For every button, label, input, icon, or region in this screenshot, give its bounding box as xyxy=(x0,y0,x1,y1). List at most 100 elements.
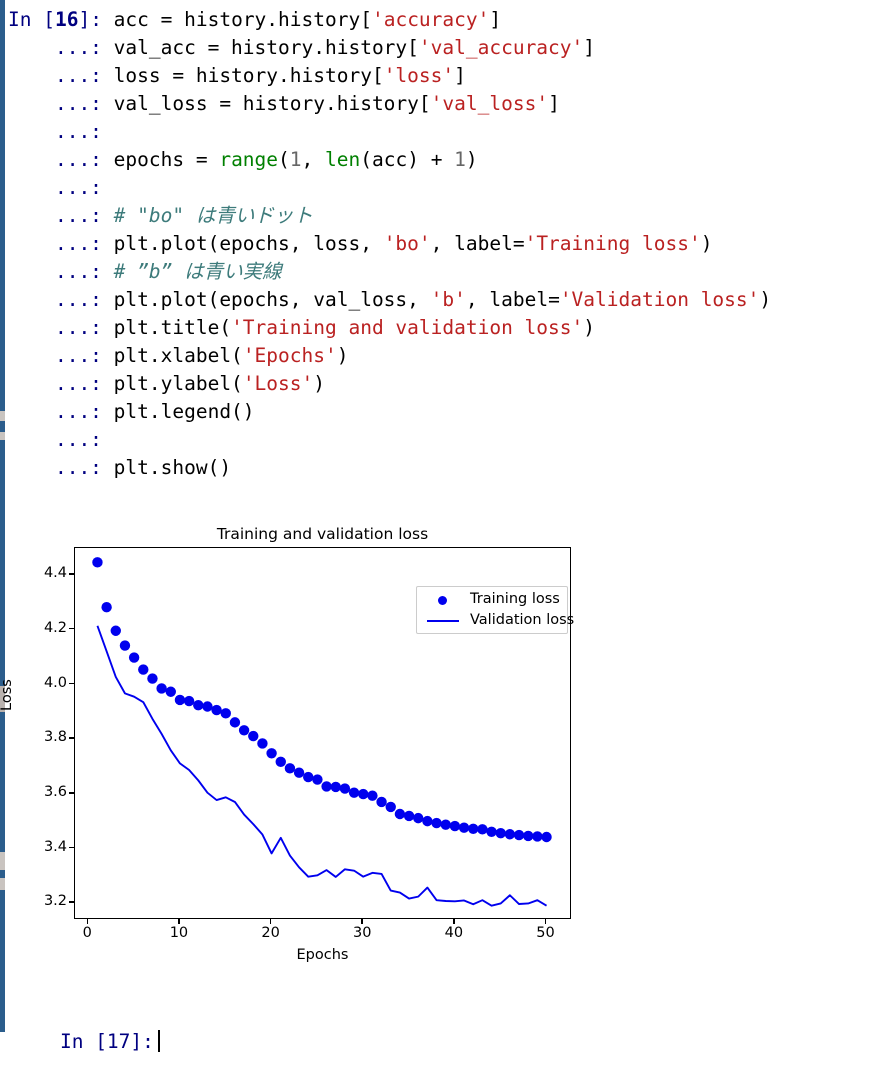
code-line: ...: plt.plot(epochs, loss, 'bo', label=… xyxy=(8,230,771,258)
data-point xyxy=(394,808,406,820)
code-token-builtin: range xyxy=(219,148,279,171)
code-token-builtin: len xyxy=(325,148,361,171)
code-line: ...: epochs = range(1, len(acc) + 1) xyxy=(8,146,771,174)
code-token-plain: ] xyxy=(489,8,502,31)
code-line: ...: loss = history.history['loss'] xyxy=(8,62,771,90)
next-input-prompt: In [17]: xyxy=(59,1030,154,1053)
code-token-plain: ] xyxy=(454,64,466,87)
data-point xyxy=(275,756,286,767)
continuation-prompt: ...: xyxy=(8,288,102,311)
x-tick-label: 50 xyxy=(536,925,555,941)
legend-entry-validation-loss: Validation loss xyxy=(417,610,574,632)
legend-marker-dot-icon xyxy=(438,596,447,605)
chart-ylabel: Loss xyxy=(0,679,15,711)
y-tick-label: 3.6 xyxy=(43,784,67,801)
data-point xyxy=(358,788,369,800)
code-line: ...: # "bo" は青いドット xyxy=(8,202,771,230)
code-cell-input[interactable]: In [16]: acc = history.history['accuracy… xyxy=(8,6,771,482)
code-line: ...: val_acc = history.history['val_accu… xyxy=(8,34,771,62)
continuation-prompt: ...: xyxy=(8,372,102,395)
data-point xyxy=(293,767,305,778)
data-point xyxy=(229,717,241,728)
code-line: ...: val_loss = history.history['val_los… xyxy=(8,90,771,118)
data-point xyxy=(110,625,121,636)
code-line: ...: xyxy=(8,174,771,202)
legend-entry-training-loss: Training loss xyxy=(417,589,567,611)
data-point xyxy=(312,774,323,785)
data-point xyxy=(156,683,167,694)
code-line: ...: plt.title('Training and validation … xyxy=(8,314,771,342)
data-point xyxy=(248,730,259,742)
x-tick-mark xyxy=(361,919,363,924)
y-tick-label: 4.4 xyxy=(43,565,67,582)
continuation-prompt: ...: xyxy=(8,148,102,171)
data-point xyxy=(468,823,479,834)
code-token-plain: plt.xlabel( xyxy=(101,344,243,367)
data-point xyxy=(321,781,332,792)
data-point xyxy=(183,695,195,707)
y-tick-label: 3.8 xyxy=(43,729,67,746)
x-tick-mark xyxy=(269,919,272,924)
code-token-plain: ] xyxy=(548,92,560,115)
y-tick-label: 4.2 xyxy=(43,619,67,636)
data-point xyxy=(101,602,112,613)
code-token-plain: ) xyxy=(465,148,478,171)
data-point xyxy=(367,790,378,801)
data-point xyxy=(449,820,461,832)
data-point xyxy=(523,830,534,842)
code-token-str: 'accuracy' xyxy=(371,8,490,31)
continuation-prompt: ...: xyxy=(8,456,102,479)
data-point xyxy=(165,686,176,697)
x-tick-mark xyxy=(178,919,180,924)
code-token-plain: plt.ylabel( xyxy=(101,372,243,395)
data-point xyxy=(495,827,506,839)
chart-xlabel: Epochs xyxy=(296,947,349,963)
data-point xyxy=(220,708,231,719)
y-tick-label: 3.2 xyxy=(43,893,67,910)
data-point xyxy=(138,664,149,675)
data-point xyxy=(422,815,433,827)
code-token-plain: ) xyxy=(313,372,326,395)
code-token-plain: , label= xyxy=(430,232,525,255)
code-token-plain: plt.show() xyxy=(101,456,232,479)
continuation-prompt: ...: xyxy=(8,260,102,283)
continuation-prompt: ...: xyxy=(8,344,102,367)
code-token-plain: plt.legend() xyxy=(101,400,255,423)
continuation-prompt: ...: xyxy=(8,36,102,59)
x-tick-mark xyxy=(86,919,89,924)
data-point xyxy=(257,738,268,749)
code-token-str: 'val_loss' xyxy=(430,92,549,115)
code-token-plain: ( xyxy=(278,148,290,171)
x-tick-label: 40 xyxy=(444,925,464,941)
data-point xyxy=(385,801,396,813)
data-point xyxy=(532,831,543,842)
data-point xyxy=(147,673,158,684)
code-line: ...: # ”b” は青い実線 xyxy=(8,258,771,286)
y-tick-label: 4.0 xyxy=(43,674,67,691)
next-input-prompt-line[interactable]: In [17]: xyxy=(13,1000,160,1084)
data-point xyxy=(458,822,470,833)
code-line: ...: plt.show() xyxy=(8,454,771,482)
code-token-plain: val_acc = history.history[ xyxy=(101,36,419,59)
code-line: ...: xyxy=(8,426,771,454)
code-token-plain: plt.plot(epochs, loss, xyxy=(101,232,384,255)
data-point xyxy=(348,787,360,798)
code-token-str: 'b' xyxy=(430,288,466,311)
code-token-plain: ) xyxy=(583,316,596,339)
data-point xyxy=(431,817,442,829)
code-line: ...: plt.legend() xyxy=(8,398,771,426)
continuation-prompt: ...: xyxy=(8,232,102,255)
ipython-console[interactable]: In [16]: acc = history.history['accuracy… xyxy=(0,0,872,1053)
data-point xyxy=(202,701,213,712)
legend-marker-line-icon xyxy=(427,620,459,623)
x-tick-label: 0 xyxy=(82,925,92,941)
code-token-str: 'Training and validation loss' xyxy=(231,316,584,339)
code-token-num: 1 xyxy=(454,148,466,171)
code-token-plain: ) xyxy=(700,232,713,255)
code-line: ...: plt.plot(epochs, val_loss, 'b', lab… xyxy=(8,286,771,314)
code-token-str: 'Loss' xyxy=(242,372,314,395)
code-token-str: 'Validation loss' xyxy=(559,288,760,311)
data-point xyxy=(513,829,525,841)
chart-title: Training and validation loss xyxy=(216,525,429,543)
continuation-prompt: ...: xyxy=(8,316,102,339)
